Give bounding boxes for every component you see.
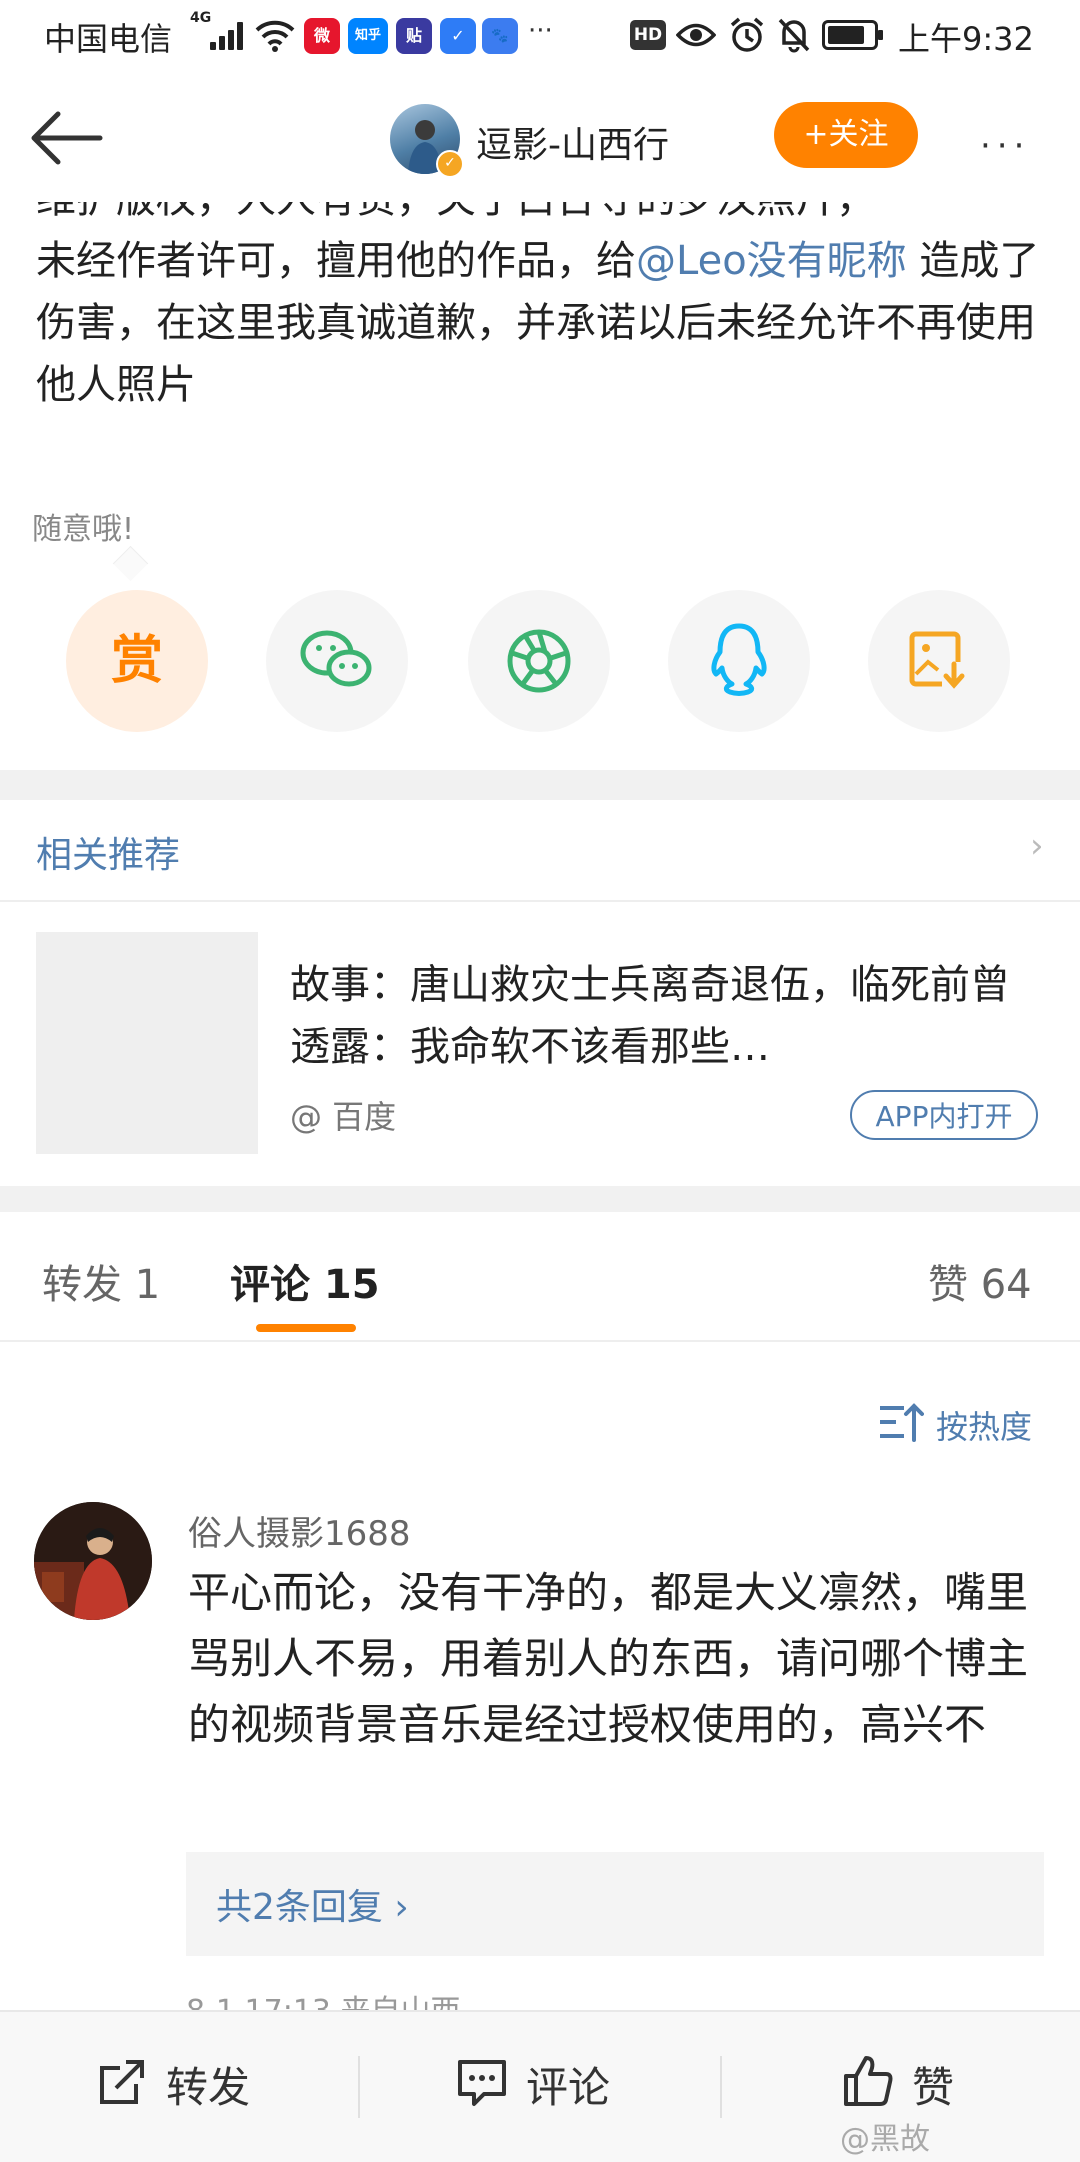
commenter-name[interactable]: 俗人摄影1688	[188, 1506, 411, 1555]
commenter-avatar[interactable]	[34, 1502, 152, 1620]
post-text: 维护版权，人人有责，关于白台寺的罗汉照片， 未经作者许可，擅用他的作品，给@Le…	[36, 202, 1046, 416]
divider	[0, 900, 1080, 902]
like-label: 赞	[912, 2063, 955, 2112]
signal-icon	[210, 20, 250, 50]
tab-likes[interactable]: 赞 64	[928, 1252, 1032, 1310]
alarm-icon	[730, 17, 764, 52]
wechat-icon	[300, 630, 372, 687]
reward-label: 赏	[110, 631, 163, 691]
section-divider	[0, 770, 1080, 800]
replies-box[interactable]: 共2条回复 ›	[186, 1852, 1044, 1956]
mute-icon	[778, 18, 810, 53]
repost-icon	[100, 2060, 144, 2104]
comment-text: 平心而论，没有干净的，都是大义凛然，嘴里骂别人不易，用着别人的东西，请问哪个博主…	[188, 1568, 1029, 1749]
active-tab-indicator	[256, 1324, 356, 1332]
replies-link[interactable]: 共2条回复 ›	[216, 1878, 409, 1930]
hd-badge: HD	[630, 20, 666, 50]
baidu-app-icon: 🐾	[482, 18, 518, 54]
more-options-icon[interactable]: ···	[980, 126, 1030, 166]
recommend-thumbnail[interactable]	[36, 932, 258, 1154]
eye-icon	[676, 23, 716, 47]
share-moments-button[interactable]	[468, 590, 610, 732]
status-bar: 中国电信 4G 微 知乎 贴 ✓ 🐾 ··· HD 上午9:32	[0, 0, 1080, 72]
follow-button[interactable]: +关注	[774, 102, 918, 168]
section-divider	[0, 1186, 1080, 1212]
wifi-icon	[255, 20, 295, 52]
sort-icon[interactable]	[876, 1398, 924, 1446]
qq-icon	[711, 623, 767, 696]
nav-bar: ✓ 逗影-山西行 +关注 ···	[0, 72, 1080, 202]
bottom-action-bar: 转发 评论 赞 @黑故	[0, 2010, 1080, 2162]
chevron-right-icon: ›	[394, 1887, 409, 1928]
back-arrow-icon[interactable]	[28, 108, 106, 168]
reward-note-pointer	[112, 545, 149, 582]
weibo-app-icon: 微	[304, 18, 340, 54]
recommend-source: @ 百度	[290, 1098, 397, 1136]
share-wechat-button[interactable]	[266, 590, 408, 732]
network-type: 4G	[190, 10, 212, 26]
divider	[358, 2056, 360, 2118]
divider	[720, 2056, 722, 2118]
mention-link[interactable]: @Leo没有昵称	[636, 238, 907, 284]
sort-by-heat[interactable]: 按热度	[936, 1402, 1032, 1448]
carrier-label: 中国电信	[44, 20, 173, 58]
post-text-line: 维护版权，人人有责，关于白台寺的罗汉照片，	[36, 202, 876, 222]
zhihu-app-icon: 知乎	[348, 18, 388, 54]
verified-badge-icon: ✓	[436, 150, 464, 178]
post-content: 维护版权，人人有责，关于白台寺的罗汉照片， 未经作者许可，擅用他的作品，给@Le…	[0, 202, 1080, 438]
repost-label: 转发	[166, 2063, 251, 2112]
divider	[0, 1340, 1080, 1342]
related-title: 相关推荐	[36, 835, 181, 876]
battery-icon	[822, 20, 883, 50]
share-qq-button[interactable]	[668, 590, 810, 732]
comment-button[interactable]: 评论	[456, 2048, 666, 2128]
thumbs-up-icon	[844, 2056, 893, 2106]
repost-button[interactable]: 转发	[96, 2048, 306, 2128]
reward-button[interactable]: 赏	[66, 590, 208, 732]
post-text-line: 未经作者许可，擅用他的作品，给	[36, 238, 636, 284]
reward-note: 随意哦!	[32, 512, 135, 547]
save-image-button[interactable]	[868, 590, 1010, 732]
dingtalk-app-icon: ✓	[440, 18, 476, 54]
clock: 上午9:32	[898, 20, 1034, 58]
open-in-app-button[interactable]: APP内打开	[850, 1090, 1038, 1140]
more-notifications-icon: ···	[528, 16, 553, 46]
comment-icon	[458, 2060, 506, 2106]
replies-count: 共2条回复	[216, 1887, 383, 1928]
tab-repost[interactable]: 转发 1	[42, 1252, 160, 1310]
watermark: @黑故	[840, 2122, 930, 2157]
recommend-title[interactable]: 故事：唐山救灾士兵离奇退伍，临死前曾透露：我命软不该看那些…	[290, 954, 1030, 1078]
moments-icon	[507, 629, 571, 693]
comment-label: 评论	[526, 2063, 611, 2112]
chevron-right-icon[interactable]: ›	[1030, 826, 1044, 866]
tieba-app-icon: 贴	[396, 18, 432, 54]
save-image-icon	[909, 631, 968, 690]
tab-comments[interactable]: 评论 15	[230, 1252, 380, 1310]
author-name[interactable]: 逗影-山西行	[476, 116, 669, 168]
